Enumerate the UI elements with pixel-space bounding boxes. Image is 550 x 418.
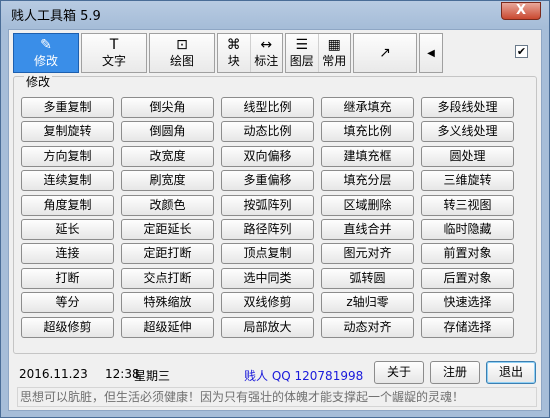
tab-modify-label: 修改 (33, 54, 58, 68)
status-weekday: 星期三 (134, 369, 171, 383)
command-button[interactable]: 前置对象 (421, 243, 514, 264)
topmost-checkbox[interactable]: ✔ (515, 45, 528, 58)
command-button[interactable]: 路径阵列 (221, 219, 314, 240)
command-button[interactable]: 方向复制 (21, 146, 114, 167)
check-icon: ✔ (516, 45, 527, 58)
command-button[interactable]: 改颜色 (121, 195, 214, 216)
layers-icon: ☰ (295, 37, 309, 53)
tab-dimension-label: 标注 (254, 54, 279, 68)
tab-text-label: 文字 (101, 54, 126, 68)
command-button[interactable]: 交点打断 (121, 268, 214, 289)
command-button[interactable]: 选中同类 (221, 268, 314, 289)
command-button[interactable]: 多义线处理 (421, 121, 514, 142)
tab-layers-label: 图层 (289, 54, 314, 68)
command-button[interactable]: 连续复制 (21, 170, 114, 191)
group-title: 修改 (24, 75, 53, 89)
command-button[interactable]: 超级延伸 (121, 317, 214, 338)
command-button[interactable]: 三维旋转 (421, 170, 514, 191)
command-button[interactable]: 倒圆角 (121, 121, 214, 142)
motto-field[interactable]: 思想可以肮脏，但生活必须健康！因为只有强壮的体魄才能支撑起一个龌龊的灵魂！ (17, 387, 537, 407)
command-button[interactable]: 圆处理 (421, 146, 514, 167)
tab-modify[interactable]: ✎ 修改 (13, 33, 79, 73)
export-button[interactable]: ↗ (353, 33, 417, 73)
block-icon: ⌘ (226, 37, 241, 53)
command-button[interactable]: 图元对齐 (321, 243, 414, 264)
command-button[interactable]: 超级修剪 (21, 317, 114, 338)
tab-dimension[interactable]: ↔ 标注 (249, 34, 283, 72)
tab-block-label: 块 (227, 54, 240, 68)
command-button[interactable]: 角度复制 (21, 195, 114, 216)
command-button[interactable]: 倒尖角 (121, 97, 214, 118)
command-button[interactable]: 顶点复制 (221, 243, 314, 264)
command-button[interactable]: 连接 (21, 243, 114, 264)
tab-layers[interactable]: ☰ 图层 (286, 34, 318, 72)
command-button[interactable]: 定距打断 (121, 243, 214, 264)
command-button[interactable]: 延长 (21, 219, 114, 240)
command-button[interactable]: 定距延长 (121, 219, 214, 240)
title-bar[interactable]: 贱人工具箱 5.9 X (1, 1, 549, 27)
command-button[interactable]: 存储选择 (421, 317, 514, 338)
command-button[interactable]: 快速选择 (421, 292, 514, 313)
tab-block[interactable]: ⌘ 块 (218, 34, 250, 72)
close-icon: X (515, 3, 527, 18)
command-button[interactable]: 建填充框 (321, 146, 414, 167)
command-button[interactable]: 弧转圆 (321, 268, 414, 289)
about-button[interactable]: 关于 (374, 361, 424, 384)
command-button[interactable]: 继承填充 (321, 97, 414, 118)
dimension-icon: ↔ (260, 37, 273, 53)
tab-text[interactable]: T 文字 (81, 33, 147, 73)
command-button[interactable]: 多段线处理 (421, 97, 514, 118)
status-date: 2016.11.23 (19, 367, 88, 381)
command-button[interactable]: 打断 (21, 268, 114, 289)
window-title: 贱人工具箱 5.9 (11, 9, 101, 24)
favorites-icon: ▦ (327, 37, 341, 53)
register-button[interactable]: 注册 (430, 361, 480, 384)
command-button[interactable]: 动态对齐 (321, 317, 414, 338)
modify-group: 修改 多重复制 倒尖角 线型比例 继承填充 多段线处理复制旋转 倒圆角 动态比例 填充比例 多义… (13, 75, 537, 354)
client-area: ✎ 修改 T 文字 ⊡ 绘图 ⌘ 块 ↔ 标注 ☰ 图层 ▦ 常用 ↗ ◀ ✔ … (8, 29, 542, 411)
command-button[interactable]: 转三视图 (421, 195, 514, 216)
command-button[interactable]: 局部放大 (221, 317, 314, 338)
app-window: 贱人工具箱 5.9 X ✎ 修改 T 文字 ⊡ 绘图 ⌘ 块 ↔ 标注 ☰ 图层… (0, 0, 550, 418)
close-button[interactable]: X (501, 2, 541, 20)
command-button[interactable]: 改宽度 (121, 146, 214, 167)
tab-common[interactable]: ▦ 常用 (317, 34, 351, 72)
command-button[interactable]: z轴归零 (321, 292, 414, 313)
pencil-icon: ✎ (40, 37, 52, 53)
command-button[interactable]: 填充比例 (321, 121, 414, 142)
command-button[interactable]: 双向偏移 (221, 146, 314, 167)
command-button[interactable]: 特殊缩放 (121, 292, 214, 313)
command-button[interactable]: 临时隐藏 (421, 219, 514, 240)
command-button[interactable]: 多重偏移 (221, 170, 314, 191)
command-button[interactable]: 双线修剪 (221, 292, 314, 313)
text-icon: T (109, 37, 119, 53)
tab-draw-label: 绘图 (169, 54, 194, 68)
command-button[interactable]: 后置对象 (421, 268, 514, 289)
command-button[interactable]: 动态比例 (221, 121, 314, 142)
chevron-left-icon: ◀ (427, 47, 435, 59)
tab-draw[interactable]: ⊡ 绘图 (149, 33, 215, 73)
export-icon: ↗ (379, 45, 391, 61)
nav-left-button[interactable]: ◀ (419, 33, 443, 73)
command-button[interactable]: 刷宽度 (121, 170, 214, 191)
toolbar: ✎ 修改 T 文字 ⊡ 绘图 ⌘ 块 ↔ 标注 ☰ 图层 ▦ 常用 ↗ ◀ ✔ (13, 33, 539, 73)
command-button[interactable]: 多重复制 (21, 97, 114, 118)
exit-button[interactable]: 退出 (486, 361, 536, 384)
contact-link[interactable]: 贱人 QQ 120781998 (244, 367, 363, 384)
command-button[interactable]: 等分 (21, 292, 114, 313)
command-button[interactable]: 复制旋转 (21, 121, 114, 142)
command-button[interactable]: 区域删除 (321, 195, 414, 216)
command-button[interactable]: 直线合并 (321, 219, 414, 240)
draw-icon: ⊡ (176, 37, 188, 53)
tab-common-label: 常用 (322, 54, 347, 68)
command-button[interactable]: 按弧阵列 (221, 195, 314, 216)
command-button[interactable]: 填充分层 (321, 170, 414, 191)
tab-block-dimension: ⌘ 块 ↔ 标注 (217, 33, 283, 73)
command-button[interactable]: 线型比例 (221, 97, 314, 118)
tab-layer-common: ☰ 图层 ▦ 常用 (285, 33, 351, 73)
